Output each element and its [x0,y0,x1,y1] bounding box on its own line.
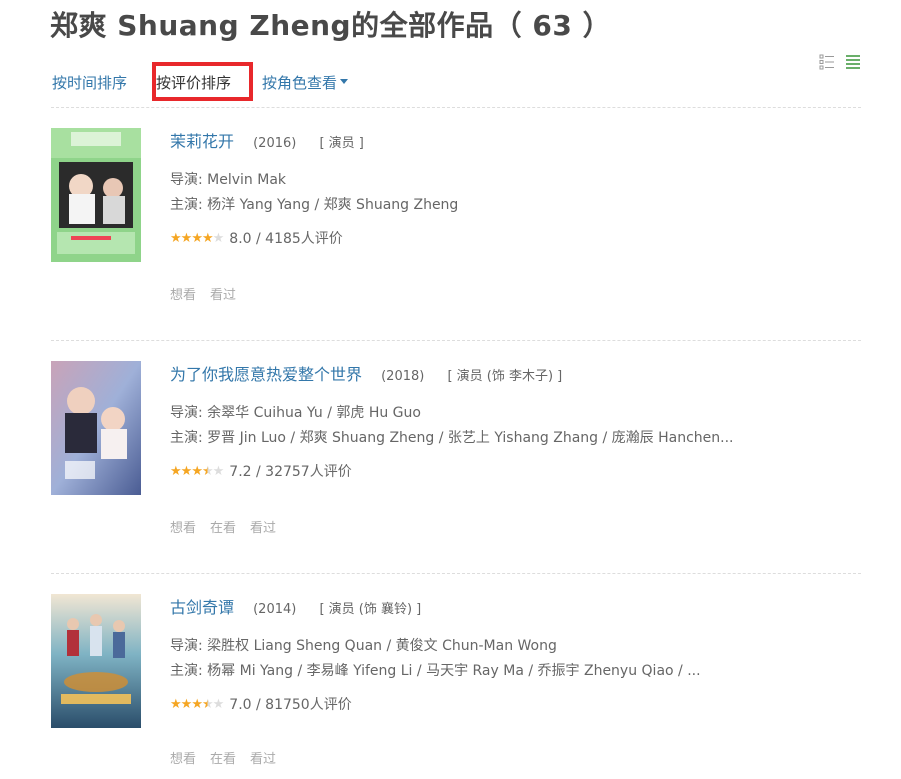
movie-title-link[interactable]: 古剑奇谭 [170,598,234,617]
cast-line: 主演: 罗晋 Jin Luo / 郑爽 Shuang Zheng / 张艺上 Y… [170,430,734,446]
rating-stars: ★ ★ ★ ★ ★ [170,463,225,479]
divider [51,107,861,108]
action-link[interactable]: 想看 [170,521,196,536]
rating-line: ★ ★ ★ ★ ★ 7.2 / 32757人评价 [170,459,860,483]
poster-image[interactable] [51,128,141,262]
view-by-role-dropdown[interactable]: 按角色查看 [262,72,349,93]
movie-title-link[interactable]: 为了你我愿意热爱整个世界 [170,365,362,384]
highlight-box [152,62,253,101]
sort-by-time-link[interactable]: 按时间排序 [52,72,127,93]
sort-bar: 按时间排序 按评价排序 按角色查看 [52,62,862,102]
star-icon: ★ [180,230,193,246]
star-icon: ★ [191,463,203,479]
divider [51,573,861,574]
director-line: 导演: Melvin Mak [170,172,287,188]
star-icon: ★ [201,696,214,712]
rating-text: 7.0 / 81750人评价 [229,697,352,713]
cast-line: 主演: 杨幂 Mi Yang / 李易峰 Yifeng Li / 马天宇 Ray… [170,663,701,679]
cast-line: 主演: 杨洋 Yang Yang / 郑爽 Shuang Zheng [170,197,459,213]
rating-line: ★ ★ ★ ★ ★ 7.0 / 81750人评价 [170,692,860,716]
movie-year: (2018) [381,369,425,384]
view-by-role-label: 按角色查看 [262,74,338,92]
poster-image[interactable] [51,361,141,495]
star-icon: ★ [180,463,193,479]
actions: 想看 在看 看过 [170,748,290,767]
star-icon: ★ [201,463,214,479]
rating-text: 8.0 / 4185人评价 [229,231,343,247]
page-title: 郑爽 Shuang Zheng的全部作品（ 63 ） [50,9,612,42]
star-icon: ★ [191,696,203,712]
star-icon: ★ [201,230,214,246]
movie-title-link[interactable]: 茉莉花开 [170,132,234,151]
rating-text: 7.2 / 32757人评价 [229,464,352,480]
star-icon: ★ [170,463,182,479]
movie-role: [ 演员 ] [319,136,364,151]
action-link[interactable]: 看过 [250,521,276,536]
caret-down-icon [340,79,349,84]
star-icon: ★ [212,463,225,479]
action-link[interactable]: 想看 [170,752,196,767]
star-icon: ★ [212,230,225,246]
poster-image[interactable] [51,594,141,728]
actions: 想看 看过 [170,284,250,303]
divider [51,340,861,341]
star-icon: ★ [212,696,225,712]
rating-line: ★ ★ ★ ★ ★ 8.0 / 4185人评价 [170,226,860,250]
star-icon: ★ [180,696,193,712]
star-icon: ★ [191,230,203,246]
rating-stars: ★ ★ ★ ★ ★ [170,230,225,246]
action-link[interactable]: 想看 [170,288,196,303]
movie-role: [ 演员 (饰 襄铃) ] [319,602,422,617]
action-link[interactable]: 看过 [250,752,276,767]
star-icon: ★ [170,696,182,712]
director-line: 导演: 余翠华 Cuihua Yu / 郭虎 Hu Guo [170,405,421,421]
movie-year: (2016) [253,136,297,151]
action-link[interactable]: 看过 [210,288,236,303]
rating-stars: ★ ★ ★ ★ ★ [170,696,225,712]
action-link[interactable]: 在看 [210,521,236,536]
movie-role: [ 演员 (饰 李木子) ] [447,369,563,384]
action-link[interactable]: 在看 [210,752,236,767]
movie-year: (2014) [253,602,297,617]
director-line: 导演: 梁胜权 Liang Sheng Quan / 黄俊文 Chun-Man … [170,638,557,654]
star-icon: ★ [170,230,182,246]
actions: 想看 在看 看过 [170,517,290,536]
